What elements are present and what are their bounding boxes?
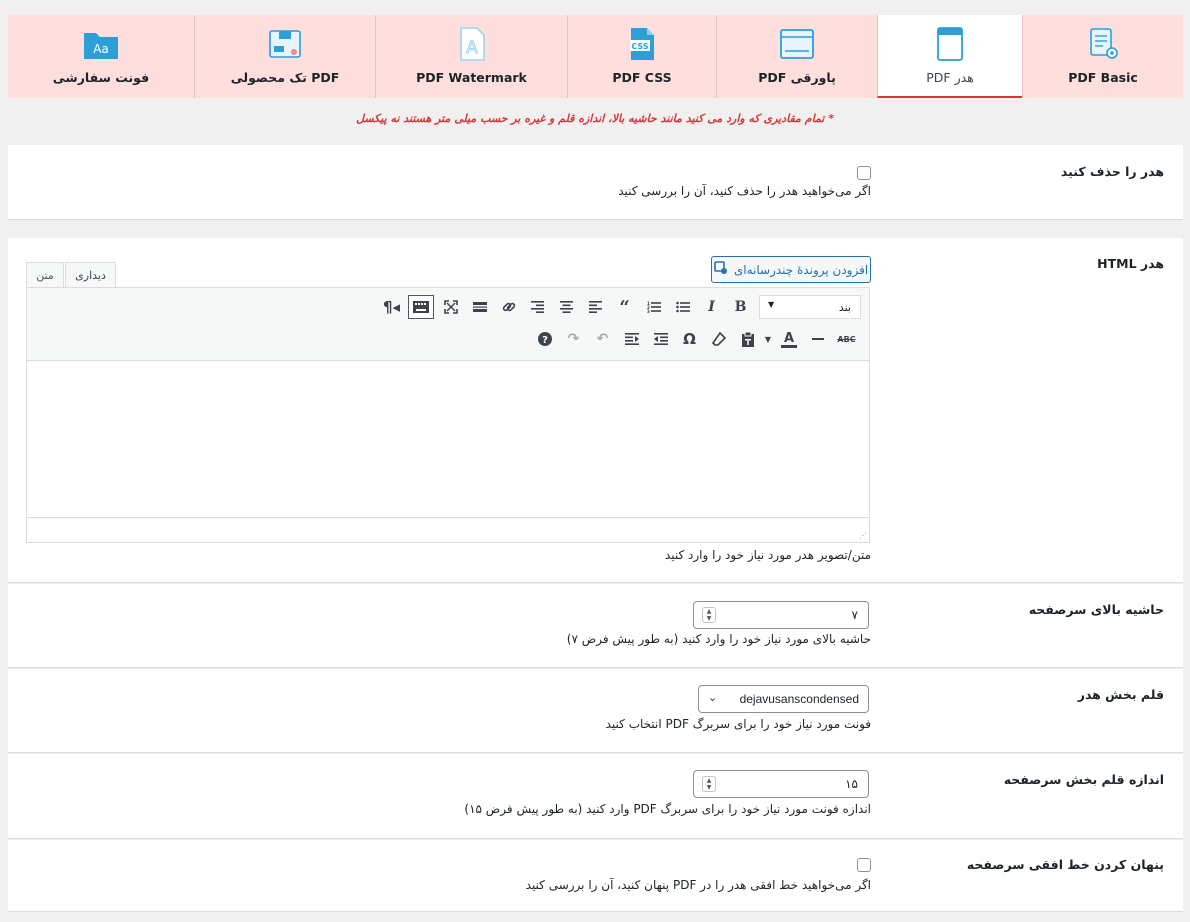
header-font-size-value: ۱۵ <box>845 777 858 791</box>
format-select-value: بند <box>838 301 851 314</box>
hide-hr-checkbox[interactable] <box>857 858 871 872</box>
editor-toolbar: بند ▼ B I 123 “ ¶◂ ABC A ▼ Ω ↶ ↷ ? <box>27 288 869 361</box>
header-font-select[interactable]: dejavusanscondensed ⌄ <box>698 685 869 713</box>
tab-pdf-css[interactable]: CSS PDF CSS <box>567 15 716 98</box>
header-font-size-input[interactable]: ۱۵ ▲ ▼ <box>693 770 869 798</box>
indent-icon[interactable] <box>617 326 646 352</box>
paste-text-icon[interactable] <box>733 326 762 352</box>
italic-icon[interactable]: I <box>697 294 726 320</box>
header-font-description: فونت مورد نیاز خود را برای سربرگ PDF انت… <box>605 717 871 731</box>
remove-header-row: هدر را حذف کنید اگر می‌خواهید هدر را حذف… <box>8 145 1183 220</box>
svg-text:CSS: CSS <box>631 42 648 51</box>
tab-pdf-basic[interactable]: PDF Basic <box>1022 15 1183 98</box>
svg-text:Aa: Aa <box>93 42 109 56</box>
units-note: * تمام مقادیری که وارد می کنید مانند حاش… <box>356 112 834 125</box>
editor-tab-text[interactable]: متن <box>26 262 64 287</box>
hide-hr-label: پنهان کردن خط افقی سرصفحه <box>966 857 1164 872</box>
tab-pdf-watermark[interactable]: A PDF Watermark <box>375 15 567 98</box>
media-icon <box>714 261 728 278</box>
header-font-label: قلم بخش هدر <box>1077 687 1164 702</box>
header-font-row: قلم بخش هدر dejavusanscondensed ⌄ فونت م… <box>8 669 1183 753</box>
format-select[interactable]: بند ▼ <box>759 295 861 319</box>
outdent-icon[interactable] <box>646 326 675 352</box>
fullscreen-icon[interactable] <box>436 294 465 320</box>
special-character-icon[interactable]: Ω <box>675 326 704 352</box>
read-more-icon[interactable] <box>465 294 494 320</box>
redo-icon[interactable]: ↷ <box>559 326 588 352</box>
font-folder-icon: Aa <box>82 24 120 64</box>
add-media-button[interactable]: افزودن پروندهٔ چندرسانه‌ای <box>711 256 871 283</box>
chevron-down-icon: ▼ <box>768 300 775 309</box>
top-margin-input[interactable]: ۷ ▲ ▼ <box>693 601 869 629</box>
chevron-down-icon: ⌄ <box>708 691 718 704</box>
document-settings-icon <box>1084 24 1122 64</box>
text-color-icon[interactable]: A <box>774 326 803 352</box>
keyboard-toggle-icon[interactable] <box>408 295 434 319</box>
rich-text-editor: بند ▼ B I 123 “ ¶◂ ABC A ▼ Ω ↶ ↷ ? ⋰ <box>26 287 870 543</box>
blockquote-icon[interactable]: “ <box>610 294 639 320</box>
header-font-size-row: اندازه قلم بخش سرصفحه ۱۵ ▲ ▼ اندازه فونت … <box>8 754 1183 839</box>
top-margin-description: حاشیه بالای مورد نیاز خود را وارد کنید (… <box>566 632 871 646</box>
number-spinner-icon[interactable]: ▲ ▼ <box>702 776 716 792</box>
help-icon[interactable]: ? <box>530 326 559 352</box>
tab-label: PDF تک محصولی <box>230 70 340 85</box>
header-html-label: هدر HTML <box>1097 256 1164 271</box>
undo-icon[interactable]: ↶ <box>588 326 617 352</box>
header-html-row: هدر HTML افزودن پروندهٔ چندرسانه‌ای متن … <box>8 238 1183 583</box>
header-html-description: متن/تصویر هدر مورد نیاز خود را وارد کنید <box>664 548 871 562</box>
tab-label: PDF Basic <box>1068 70 1138 85</box>
remove-header-label: هدر را حذف کنید <box>1060 164 1164 179</box>
page-header-icon <box>931 24 969 64</box>
tab-label: فونت سفارشی <box>52 70 150 85</box>
header-font-value: dejavusanscondensed <box>739 692 859 706</box>
svg-text:A: A <box>783 331 793 346</box>
toolbar-row-2: ABC A ▼ Ω ↶ ↷ ? <box>530 326 861 352</box>
horizontal-line-icon[interactable] <box>803 326 832 352</box>
tab-label: هدر PDF <box>926 70 974 85</box>
editor-statusbar: ⋰ <box>27 517 869 542</box>
hide-hr-row: پنهان کردن خط افقی سرصفحه اگر می‌خواهید … <box>8 840 1183 912</box>
tab-label: پاورقی PDF <box>758 70 836 85</box>
resize-handle-icon[interactable]: ⋰ <box>859 531 867 540</box>
number-spinner-icon[interactable]: ▲ ▼ <box>702 607 716 623</box>
css-file-icon: CSS <box>623 24 661 64</box>
tab-pdf-header[interactable]: هدر PDF <box>877 15 1022 98</box>
svg-text:?: ? <box>542 335 548 346</box>
bullet-list-icon[interactable] <box>668 294 697 320</box>
color-dropdown-icon[interactable]: ▼ <box>762 326 774 352</box>
remove-header-description: اگر می‌خواهید هدر را حذف کنید، آن را برر… <box>618 184 871 198</box>
header-font-size-label: اندازه قلم بخش سرصفحه <box>1003 772 1164 787</box>
tab-label: PDF CSS <box>612 70 672 85</box>
settings-tabs: PDF Basic هدر PDF پاورقی PDF CSS PDF CSS… <box>8 15 1183 98</box>
remove-header-checkbox[interactable] <box>857 166 871 180</box>
product-box-icon <box>266 24 304 64</box>
align-left-icon[interactable] <box>581 294 610 320</box>
tab-custom-font[interactable]: Aa فونت سفارشی <box>8 15 194 98</box>
top-margin-label: حاشیه بالای سرصفحه <box>1028 602 1164 617</box>
top-margin-value: ۷ <box>851 608 858 622</box>
watermark-file-icon: A <box>453 24 491 64</box>
align-right-icon[interactable] <box>523 294 552 320</box>
tab-label: PDF Watermark <box>416 70 527 85</box>
hide-hr-description: اگر می‌خواهید خط افقی هدر را در PDF پنها… <box>525 878 871 892</box>
svg-text:3: 3 <box>647 309 650 313</box>
tab-pdf-footer[interactable]: پاورقی PDF <box>716 15 877 98</box>
header-font-size-description: اندازه فونت مورد نیاز خود را برای سربرگ … <box>464 802 871 816</box>
svg-text:A: A <box>466 38 478 58</box>
clear-formatting-icon[interactable] <box>704 326 733 352</box>
tab-pdf-single-product[interactable]: PDF تک محصولی <box>194 15 375 98</box>
toolbar-row-1: بند ▼ B I 123 “ ¶◂ <box>377 294 861 320</box>
bold-icon[interactable]: B <box>726 294 755 320</box>
rtl-paragraph-icon[interactable]: ¶◂ <box>377 294 406 320</box>
browser-window-icon <box>778 24 816 64</box>
align-center-icon[interactable] <box>552 294 581 320</box>
numbered-list-icon[interactable]: 123 <box>639 294 668 320</box>
link-icon[interactable] <box>494 294 523 320</box>
strikethrough-icon[interactable]: ABC <box>832 326 861 352</box>
editor-tab-visual[interactable]: دیداری <box>65 262 116 288</box>
top-margin-row: حاشیه بالای سرصفحه ۷ ▲ ▼ حاشیه بالای مورد… <box>8 584 1183 668</box>
add-media-label: افزودن پروندهٔ چندرسانه‌ای <box>733 262 869 277</box>
